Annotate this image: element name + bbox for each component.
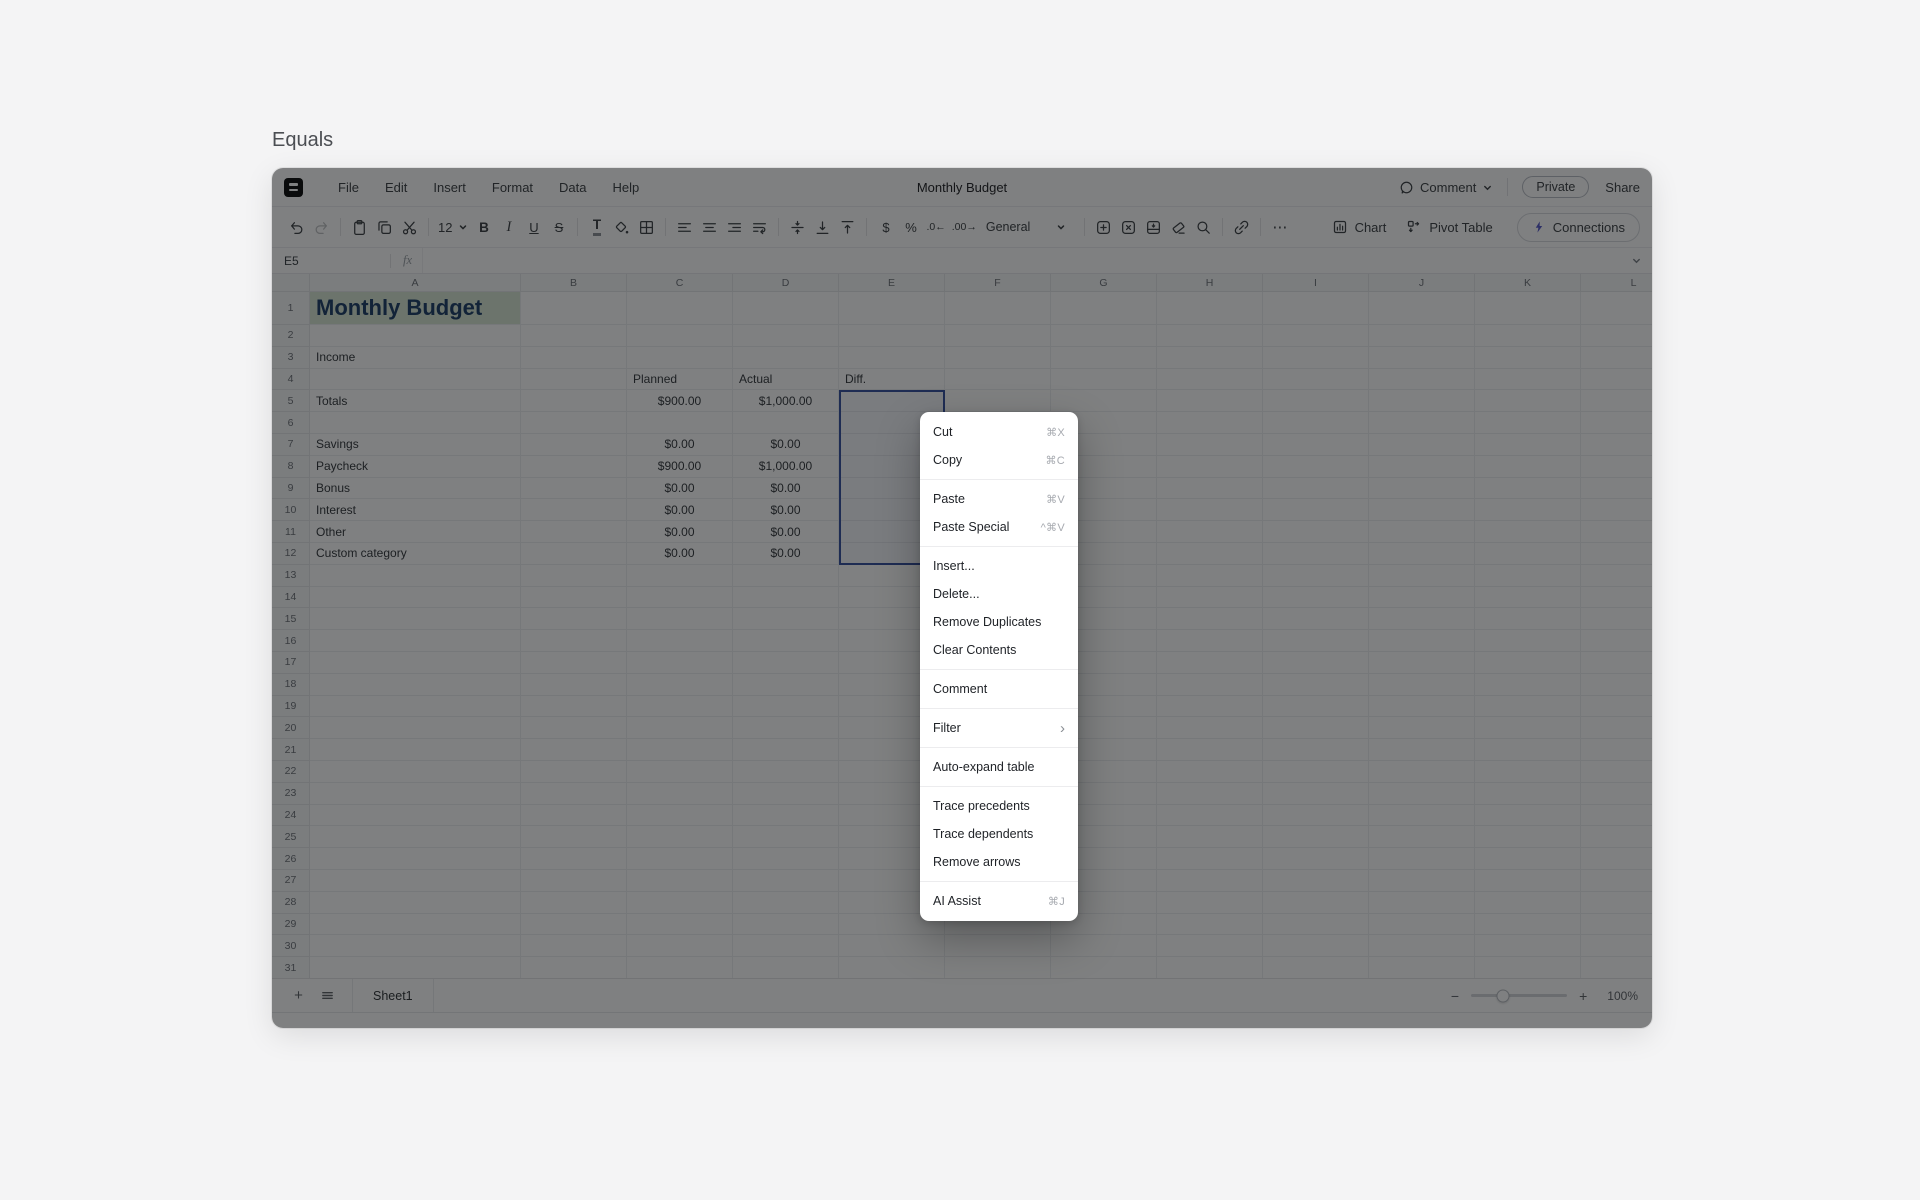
menu-item-clear-contents[interactable]: Clear Contents [920, 636, 1078, 664]
menu-item-paste[interactable]: Paste ⌘V [920, 485, 1078, 513]
menu-item-auto-expand-table[interactable]: Auto-expand table [920, 753, 1078, 781]
menu-item-paste-special[interactable]: Paste Special ^⌘V [920, 513, 1078, 541]
menu-item-trace-dependents[interactable]: Trace dependents [920, 820, 1078, 848]
menu-divider [920, 546, 1078, 547]
menu-item-shortcut: ^⌘V [1041, 521, 1065, 534]
menu-item-label: AI Assist [933, 894, 981, 908]
menu-item-cut[interactable]: Cut ⌘X [920, 418, 1078, 446]
menu-item-trace-precedents[interactable]: Trace precedents [920, 792, 1078, 820]
menu-item-label: Paste Special [933, 520, 1009, 534]
menu-item-remove-arrows[interactable]: Remove arrows [920, 848, 1078, 876]
menu-item-label: Auto-expand table [933, 760, 1034, 774]
menu-item-insert[interactable]: Insert... [920, 552, 1078, 580]
menu-divider [920, 786, 1078, 787]
menu-item-remove-duplicates[interactable]: Remove Duplicates [920, 608, 1078, 636]
menu-divider [920, 747, 1078, 748]
menu-item-label: Remove Duplicates [933, 615, 1041, 629]
menu-item-shortcut: ⌘J [1048, 895, 1065, 908]
menu-item-label: Trace precedents [933, 799, 1030, 813]
menu-item-shortcut: ⌘C [1045, 454, 1065, 467]
menu-item-label: Remove arrows [933, 855, 1021, 869]
menu-divider [920, 669, 1078, 670]
menu-item-shortcut: ⌘V [1046, 493, 1065, 506]
menu-item-copy[interactable]: Copy ⌘C [920, 446, 1078, 474]
menu-item-label: Filter [933, 721, 961, 735]
menu-item-label: Delete... [933, 587, 980, 601]
menu-item-label: Copy [933, 453, 962, 467]
menu-item-shortcut: ⌘X [1046, 426, 1065, 439]
menu-item-label: Comment [933, 682, 987, 696]
menu-item-label: Cut [933, 425, 952, 439]
menu-divider [920, 479, 1078, 480]
menu-item-label: Clear Contents [933, 643, 1016, 657]
menu-divider [920, 708, 1078, 709]
menu-divider [920, 881, 1078, 882]
menu-item-ai-assist[interactable]: AI Assist ⌘J [920, 887, 1078, 915]
menu-item-comment[interactable]: Comment [920, 675, 1078, 703]
page-title: Equals [272, 129, 333, 152]
menu-item-filter[interactable]: Filter › [920, 714, 1078, 742]
menu-item-label: Paste [933, 492, 965, 506]
menu-item-label: Trace dependents [933, 827, 1033, 841]
submenu-chevron-icon: › [1060, 721, 1065, 736]
menu-item-label: Insert... [933, 559, 975, 573]
menu-item-delete[interactable]: Delete... [920, 580, 1078, 608]
context-menu: Cut ⌘X Copy ⌘C Paste ⌘V Paste Special ^⌘V Insert… [920, 412, 1078, 921]
